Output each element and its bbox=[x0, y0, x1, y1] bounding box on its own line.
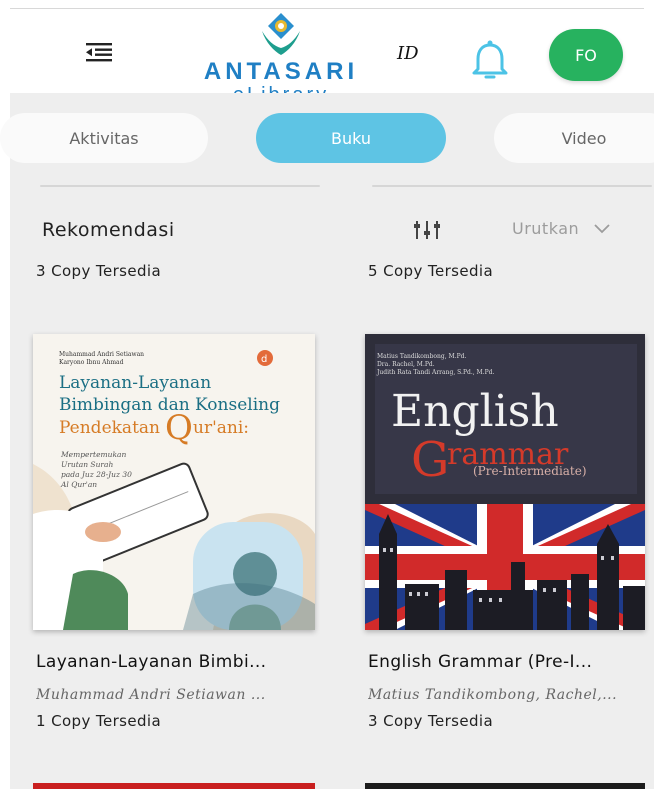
publisher-mark: d bbox=[261, 354, 267, 365]
availability-text: 1 Copy Tersedia bbox=[36, 712, 162, 730]
book-title[interactable]: Layanan-Layanan Bimbi... bbox=[36, 652, 310, 672]
book-cover-english-grammar[interactable]: Matius Tandikombong, M.Pd. Dra. Rachel, … bbox=[365, 334, 645, 630]
availability-text: 3 Copy Tersedia bbox=[36, 262, 162, 280]
cover-subtitle: Mempertemukan bbox=[60, 450, 126, 459]
availability-text: 5 Copy Tersedia bbox=[368, 262, 494, 280]
logo-emblem-icon bbox=[262, 13, 300, 55]
cover-subtitle: (Pre-Intermediate) bbox=[473, 464, 587, 478]
book-title[interactable]: English Grammar (Pre-I... bbox=[368, 652, 642, 672]
cover-subtitle: pada Juz 28-Juz 30 bbox=[61, 470, 132, 479]
section-title: Rekomendasi bbox=[42, 219, 175, 241]
bell-icon[interactable] bbox=[466, 37, 514, 85]
sliders-icon[interactable] bbox=[412, 219, 442, 241]
sort-dropdown[interactable]: Urutkan bbox=[512, 219, 611, 239]
cover-subtitle: Urutan Surah bbox=[61, 460, 113, 469]
cover-title-line: Layanan-Layanan bbox=[59, 373, 211, 393]
tab-buku[interactable]: Buku bbox=[256, 113, 446, 163]
app-header: ANTASARI eLibrary ID FO bbox=[0, 9, 654, 93]
book-cover-layanan[interactable]: Muhammad Andri Setiawan Karyono Ibnu Ahm… bbox=[33, 334, 315, 630]
cover-authors: Muhammad Andri Setiawan bbox=[59, 351, 144, 358]
next-book-cover[interactable] bbox=[365, 783, 645, 789]
cover-title-line: ur'ani: bbox=[193, 418, 249, 438]
brand-name: ANTASARI bbox=[203, 58, 359, 85]
chevron-down-icon bbox=[593, 220, 611, 239]
cover-subtitle: Al Qur'an bbox=[60, 480, 97, 489]
tab-video[interactable]: Video bbox=[494, 113, 654, 163]
cover-authors: Judith Rata Tandi Arrang, S.Pd., M.Pd. bbox=[376, 369, 494, 376]
cover-authors: Matius Tandikombong, M.Pd. bbox=[377, 353, 466, 360]
language-switch[interactable]: ID bbox=[397, 43, 419, 64]
user-avatar[interactable]: FO bbox=[549, 29, 623, 81]
book-author: Matius Tandikombong, Rachel,... bbox=[368, 687, 618, 703]
app-logo: ANTASARI eLibrary bbox=[186, 11, 376, 93]
brand-subtitle: eLibrary bbox=[186, 84, 376, 93]
cover-title-word: English bbox=[391, 386, 559, 437]
sort-label: Urutkan bbox=[512, 219, 580, 238]
next-book-cover[interactable] bbox=[33, 783, 315, 789]
book-author: Muhammad Andri Setiawan ... bbox=[36, 687, 266, 703]
card-divider bbox=[40, 185, 320, 187]
main-content: Aktivitas Buku Video Rekomendasi Urutkan… bbox=[0, 93, 654, 789]
card-divider bbox=[372, 185, 652, 187]
cover-title-q: Q bbox=[165, 408, 193, 448]
cover-authors: Karyono Ibnu Ahmad bbox=[59, 359, 124, 366]
cover-title-line: Pendekatan bbox=[59, 418, 160, 438]
cover-title-g: G bbox=[411, 432, 449, 488]
content-tabs: Aktivitas Buku Video bbox=[0, 93, 654, 185]
availability-text: 3 Copy Tersedia bbox=[368, 712, 494, 730]
menu-icon[interactable] bbox=[84, 40, 114, 64]
cover-authors: Dra. Rachel, M.Pd. bbox=[377, 361, 435, 368]
tab-aktivitas[interactable]: Aktivitas bbox=[0, 113, 208, 163]
